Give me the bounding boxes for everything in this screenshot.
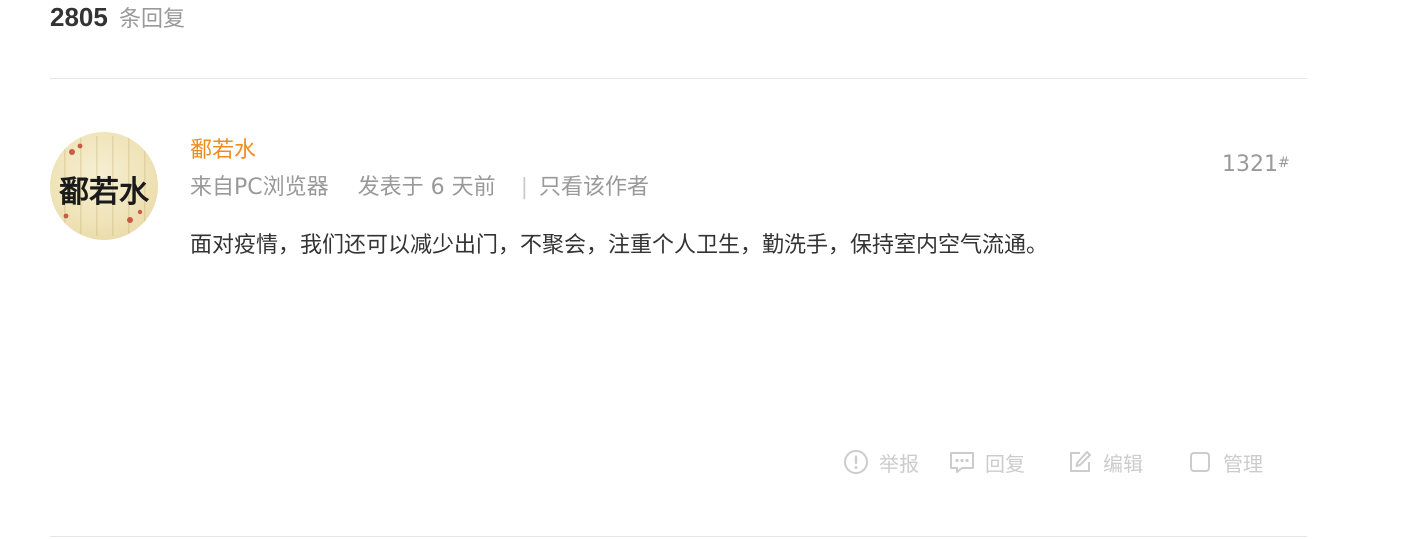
exclamation-circle-icon (843, 449, 869, 475)
bottom-divider (50, 536, 1307, 537)
report-button[interactable]: 举报 (843, 448, 919, 477)
report-label: 举报 (879, 451, 919, 476)
post-meta: 来自PC浏览器 发表于 6 天前 | 只看该作者 (190, 172, 649, 204)
floor-number-value: 1321 (1222, 152, 1278, 177)
reply-count-label: 条回复 (118, 7, 185, 32)
post-source: 来自PC浏览器 (190, 175, 329, 200)
floor-suffix: # (1278, 155, 1290, 171)
checkbox-icon (1187, 449, 1213, 475)
author-name[interactable]: 鄱若水 (190, 136, 256, 166)
post-time: 发表于 6 天前 (357, 175, 496, 200)
reply-button[interactable]: 回复 (949, 448, 1025, 477)
floor-number: 1321# (1222, 150, 1290, 180)
only-author-link[interactable]: 只看该作者 (539, 175, 649, 200)
avatar-calligraphy: 鄱若水 (58, 175, 150, 210)
meta-separator: | (520, 175, 529, 200)
pencil-square-icon (1067, 449, 1093, 475)
avatar[interactable]: 鄱若水 (50, 132, 158, 240)
manage-checkbox[interactable]: 管理 (1187, 448, 1263, 477)
reply-count-header: 2805 条回复 (50, 0, 185, 34)
post-content: 面对疫情，我们还可以减少出门，不聚会，注重个人卫生，勤洗手，保持室内空气流通。 (190, 233, 1049, 258)
chat-bubble-icon (949, 449, 975, 475)
reply-label: 回复 (985, 451, 1025, 476)
edit-label: 编辑 (1103, 451, 1143, 476)
manage-label: 管理 (1223, 451, 1263, 476)
edit-button[interactable]: 编辑 (1067, 448, 1143, 477)
reply-count-number: 2805 (50, 2, 108, 32)
top-divider (50, 78, 1307, 79)
post-actions: 举报 回复 编辑 管理 (843, 446, 1263, 478)
